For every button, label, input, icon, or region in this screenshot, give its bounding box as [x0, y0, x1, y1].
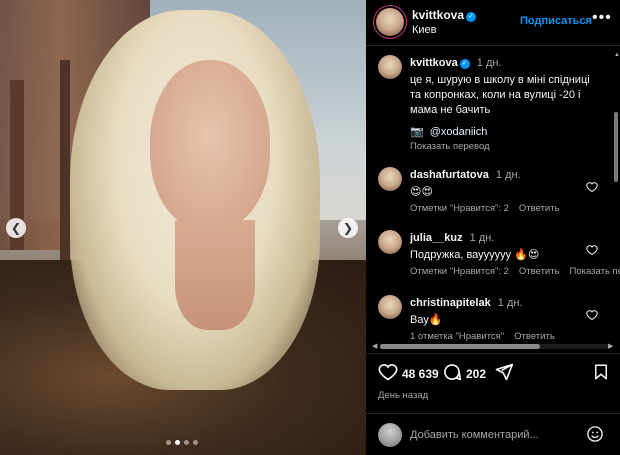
author-username-row[interactable]: kvittkova ✓	[412, 8, 477, 22]
comment-text: Подружка, вауууууу 🔥😍	[410, 249, 540, 261]
comment-avatar[interactable]	[378, 230, 402, 254]
like-heart-icon[interactable]	[378, 362, 398, 382]
comment-meta: Отметки "Нравится": 2 Ответить	[410, 203, 570, 214]
comment-bubble-icon[interactable]	[442, 362, 462, 382]
carousel-dot-active	[175, 440, 180, 445]
comment-header: christinapitelak 1 дн.	[410, 297, 523, 309]
comment-text: 😍😍	[410, 186, 433, 198]
carousel-dot	[166, 440, 171, 445]
caption-translate-link[interactable]: Показать перевод	[410, 141, 490, 152]
like-comment-heart-icon[interactable]	[586, 244, 598, 256]
post-timestamp[interactable]: День назад	[378, 390, 428, 401]
comment-likes-link[interactable]: 1 отметка "Нравится"	[410, 331, 504, 342]
more-options-button[interactable]: •••	[592, 9, 612, 27]
scroll-up-arrow-icon[interactable]: ▲	[614, 52, 620, 58]
post-actions: 48 639 202	[366, 362, 620, 386]
credit-mention-link[interactable]: @xodaniich	[430, 126, 488, 138]
verified-badge-icon: ✓	[466, 12, 477, 22]
post-location[interactable]: Киев	[412, 24, 437, 36]
share-paper-plane-icon[interactable]	[494, 362, 514, 382]
follow-button[interactable]: Подписаться	[520, 15, 592, 27]
comment-username[interactable]: julia__kuz	[410, 232, 463, 244]
comment-likes-link[interactable]: Отметки "Нравится": 2	[410, 203, 509, 214]
comment-likes-link[interactable]: Отметки "Нравится": 2	[410, 266, 509, 277]
scroll-left-arrow-icon[interactable]: ◀	[372, 342, 377, 350]
author-avatar[interactable]	[376, 8, 404, 36]
likes-count[interactable]: 48 639	[402, 367, 439, 381]
comment-reply-button[interactable]: Ответить	[514, 331, 555, 342]
emoji-picker-icon[interactable]	[586, 425, 604, 443]
comments-vertical-scrollbar[interactable]: ▲	[614, 52, 620, 342]
like-comment-heart-icon[interactable]	[586, 181, 598, 193]
comment-avatar[interactable]	[378, 295, 402, 319]
post-sidebar: kvittkova ✓ Киев Подписаться ••• kvittkov…	[366, 0, 620, 455]
caption-username[interactable]: kvittkova	[410, 57, 458, 69]
scrollbar-thumb[interactable]	[380, 344, 540, 349]
post-media[interactable]: ❮ ❯	[0, 0, 366, 455]
carousel-prev-button[interactable]: ❮	[6, 218, 26, 238]
photo-neck	[175, 220, 255, 330]
comment-header: julia__kuz 1 дн.	[410, 232, 494, 244]
current-user-avatar	[378, 423, 402, 447]
caption-age[interactable]: 1 дн.	[477, 57, 502, 69]
caption-text: це я, шурую в школу в міні спідниці та к…	[410, 74, 590, 116]
comment-reply-button[interactable]: Ответить	[519, 266, 560, 277]
comment-translate-link[interactable]: Показать пер	[570, 266, 620, 277]
comment-text: Вау🔥	[410, 314, 443, 326]
scrollbar-thumb[interactable]	[614, 112, 618, 182]
comment-meta: 1 отметка "Нравится" Ответить	[410, 331, 565, 342]
scroll-right-arrow-icon[interactable]: ▶	[608, 342, 613, 350]
carousel-next-button[interactable]: ❯	[338, 218, 358, 238]
author-username[interactable]: kvittkova	[412, 8, 464, 22]
carousel-dot	[184, 440, 189, 445]
comment-age: 1 дн.	[469, 232, 495, 244]
comment-reply-button[interactable]: Ответить	[519, 203, 560, 214]
caption-header: kvittkova ✓ 1 дн.	[410, 57, 502, 69]
divider	[366, 353, 620, 354]
post-header: kvittkova ✓ Киев Подписаться •••	[366, 0, 620, 46]
like-comment-heart-icon[interactable]	[586, 309, 598, 321]
comment-username[interactable]: christinapitelak	[410, 297, 491, 309]
comment-header: dashafurtatova 1 дн.	[410, 169, 521, 181]
comment-age: 1 дн.	[495, 169, 521, 181]
carousel-dot	[193, 440, 198, 445]
caption-credit: 📷 @xodaniich	[410, 125, 600, 140]
comment-avatar[interactable]	[378, 167, 402, 191]
comments-list: kvittkova ✓ 1 дн. це я, шурую в школу в м…	[366, 47, 620, 347]
photo-tower-post	[60, 60, 70, 260]
save-bookmark-icon[interactable]	[592, 362, 610, 382]
comments-count[interactable]: 202	[466, 367, 486, 381]
caption-author-avatar[interactable]	[378, 55, 402, 79]
comment-username[interactable]: dashafurtatova	[410, 169, 489, 181]
verified-badge-icon: ✓	[459, 59, 470, 69]
camera-icon: 📷	[410, 126, 424, 138]
add-comment-input[interactable]	[410, 427, 580, 443]
carousel-dots	[166, 440, 198, 445]
comments-horizontal-scrollbar[interactable]: ◀ ▶	[372, 342, 613, 350]
comment-meta: Отметки "Нравится": 2 Ответить Показать пе…	[410, 266, 620, 277]
comment-age: 1 дн.	[497, 297, 523, 309]
photo-face	[150, 60, 270, 230]
comment-composer	[366, 414, 620, 455]
